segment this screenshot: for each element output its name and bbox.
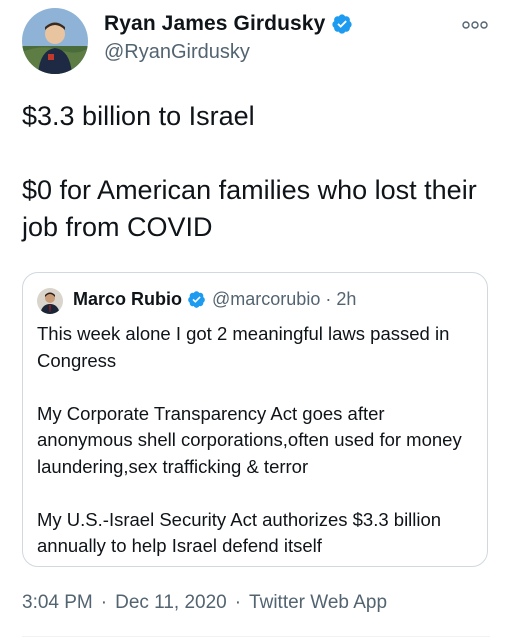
meta-separator: · — [234, 592, 242, 613]
tweet-time[interactable]: 3:04 PM — [22, 592, 93, 614]
quoted-author-handle[interactable]: @marcorubio — [212, 289, 320, 310]
author-handle[interactable]: @RyanGirdusky — [104, 41, 250, 64]
quoted-author-avatar[interactable] — [37, 288, 63, 314]
verified-badge-icon — [331, 13, 353, 35]
author-name[interactable]: Ryan James Girdusky — [104, 12, 325, 36]
quoted-author-name[interactable]: Marco Rubio — [73, 289, 182, 310]
verified-badge-icon — [187, 290, 206, 309]
author-avatar[interactable] — [22, 8, 88, 74]
author-name-row: Ryan James Girdusky — [104, 12, 353, 36]
quoted-timestamp[interactable]: 2h — [336, 289, 356, 310]
more-options-icon[interactable] — [462, 18, 488, 30]
tweet-text: $3.3 billion to Israel $0 for American f… — [22, 101, 477, 242]
quoted-tweet-text: This week alone I got 2 meaningful laws … — [37, 323, 462, 556]
meta-separator: · — [100, 592, 108, 613]
tweet-date[interactable]: Dec 11, 2020 — [115, 592, 227, 614]
quoted-separator: · — [325, 289, 332, 309]
tweet-metadata: 3:04 PM · Dec 11, 2020 · Twitter Web App — [22, 592, 387, 614]
quoted-tweet-card[interactable]: Marco Rubio @marcorubio · 2h This week a… — [22, 272, 488, 567]
quoted-tweet-header: Marco Rubio @marcorubio · 2h — [73, 289, 356, 310]
divider — [22, 636, 490, 637]
tweet-source[interactable]: Twitter Web App — [249, 592, 387, 614]
